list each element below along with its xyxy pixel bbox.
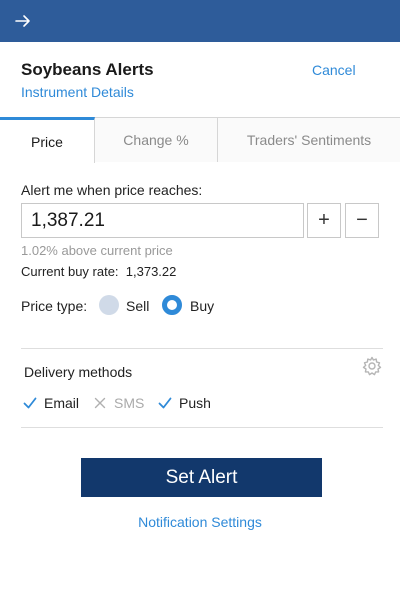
notification-settings-link[interactable]: Notification Settings	[0, 514, 400, 530]
top-bar	[0, 0, 400, 42]
sell-radio-label[interactable]: Sell	[126, 298, 149, 314]
tab-bar: Price Change % Traders' Sentiments	[0, 117, 400, 163]
decrement-button[interactable]: −	[345, 203, 379, 238]
x-icon	[94, 397, 106, 409]
delivery-push[interactable]: Push	[158, 394, 211, 412]
increment-button[interactable]: +	[307, 203, 341, 238]
tab-traders-sentiments[interactable]: Traders' Sentiments	[218, 117, 400, 162]
alert-price-label: Alert me when price reaches:	[21, 182, 203, 198]
gear-icon[interactable]	[362, 356, 382, 376]
divider	[21, 348, 383, 349]
price-difference-hint: 1.02% above current price	[21, 243, 173, 258]
tab-change-percent[interactable]: Change %	[95, 117, 218, 162]
dialog-title: Soybeans Alerts	[21, 60, 154, 79]
cancel-button[interactable]: Cancel	[312, 62, 356, 78]
check-icon	[23, 397, 37, 409]
instrument-details-link[interactable]: Instrument Details	[21, 84, 134, 100]
delivery-sms[interactable]: SMS	[93, 394, 144, 412]
tab-price[interactable]: Price	[0, 117, 95, 163]
price-type-label: Price type:	[21, 298, 88, 314]
set-alert-button[interactable]: Set Alert	[81, 458, 322, 497]
price-input[interactable]	[21, 203, 304, 238]
divider	[21, 427, 383, 428]
delivery-email[interactable]: Email	[23, 394, 79, 412]
sell-radio[interactable]	[99, 295, 119, 315]
check-icon	[158, 397, 172, 409]
buy-radio-label[interactable]: Buy	[190, 298, 214, 314]
delivery-email-label: Email	[44, 395, 80, 411]
delivery-push-label: Push	[179, 395, 211, 411]
buy-radio[interactable]	[162, 295, 182, 315]
delivery-methods-label: Delivery methods	[24, 364, 133, 380]
delivery-sms-label: SMS	[114, 395, 145, 411]
arrow-right-icon[interactable]	[14, 12, 32, 30]
current-buy-rate: Current buy rate: 1,373.22	[21, 264, 177, 279]
